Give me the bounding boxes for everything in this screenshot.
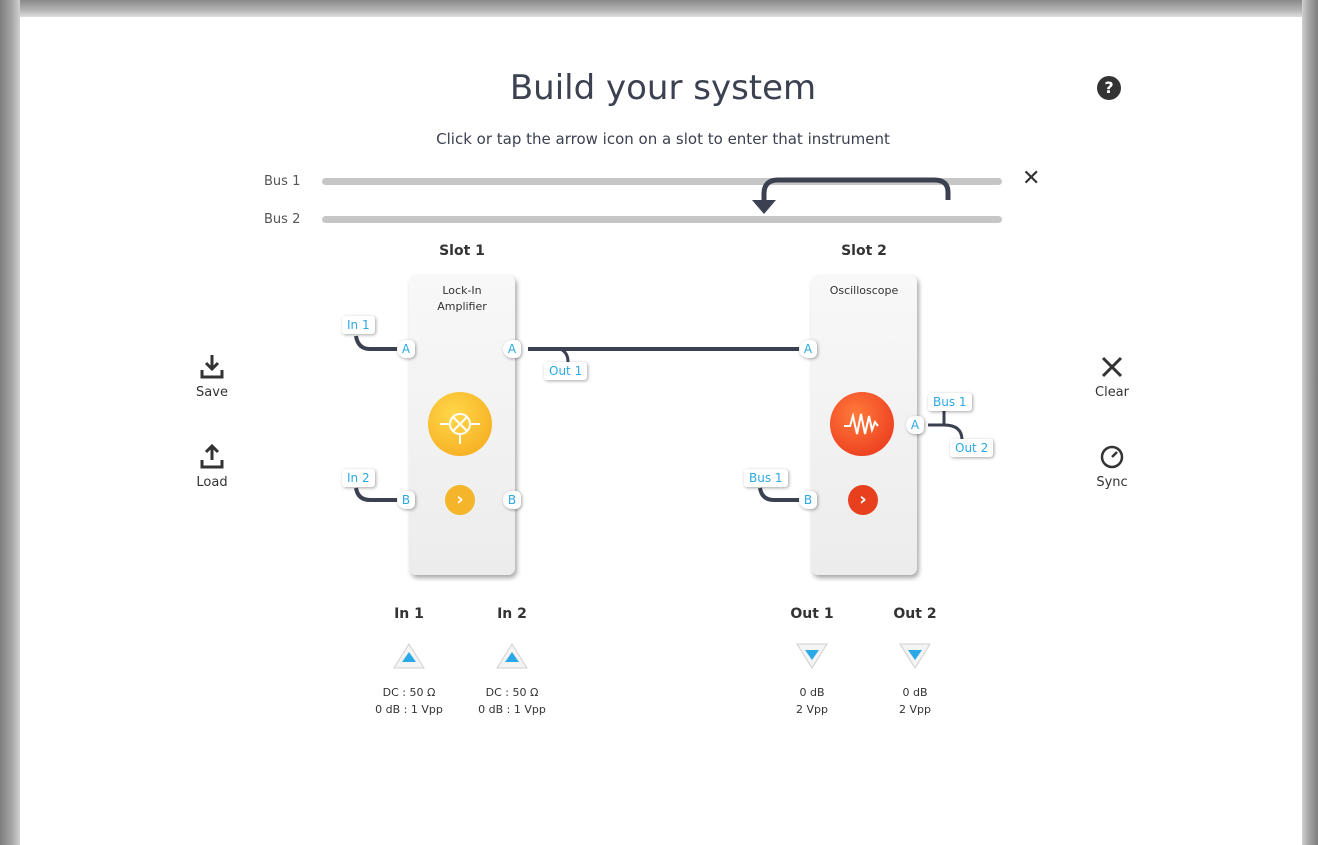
sync-label: Sync xyxy=(1096,475,1128,490)
oscilloscope-icon xyxy=(830,392,894,456)
io-out2-title: Out 2 xyxy=(893,606,937,622)
bus-loop-wire xyxy=(761,177,951,202)
slot1-input-b-source[interactable]: In 2 xyxy=(342,469,375,487)
out1-settings-button[interactable] xyxy=(794,641,830,671)
in2-range: 0 dB : 1 Vpp xyxy=(478,703,546,716)
slot2-port-b-in[interactable]: B xyxy=(799,491,817,509)
in1-range: 0 dB : 1 Vpp xyxy=(375,703,443,716)
out1-gain: 0 dB xyxy=(799,686,825,699)
slot2-title: Slot 2 xyxy=(841,243,887,259)
clear-button[interactable]: Clear xyxy=(1072,353,1152,400)
download-icon xyxy=(200,355,224,379)
bus-loop-arrowhead xyxy=(752,200,776,214)
slot1-instrument-name: Lock-In Amplifier xyxy=(409,283,515,315)
slot1-instrument-line1: Lock-In xyxy=(442,284,482,297)
in2-coupling: DC : 50 Ω xyxy=(485,686,539,699)
in1-coupling: DC : 50 Ω xyxy=(382,686,436,699)
slot2-bus1-output-wire xyxy=(928,410,946,427)
slot1-instrument-line2: Amplifier xyxy=(437,300,487,313)
wiring-diagram xyxy=(354,177,964,502)
save-label: Save xyxy=(196,385,228,400)
slot1-input-a-source[interactable]: In 1 xyxy=(342,316,375,334)
slot1-port-b-in[interactable]: B xyxy=(397,491,415,509)
out1-info: 0 dB 2 Vpp xyxy=(762,684,862,718)
in1-info: DC : 50 Ω 0 dB : 1 Vpp xyxy=(359,684,459,718)
slot2-port-a-out[interactable]: A xyxy=(906,416,924,434)
clear-label: Clear xyxy=(1095,385,1129,400)
load-label: Load xyxy=(196,475,228,490)
out2-settings-button[interactable] xyxy=(897,641,933,671)
in2-settings-button[interactable] xyxy=(494,641,530,671)
load-button[interactable]: Load xyxy=(172,443,252,490)
slot1-title: Slot 1 xyxy=(439,243,485,259)
slot2-output-a-dest1[interactable]: Bus 1 xyxy=(928,393,972,411)
in1-wire xyxy=(354,335,398,351)
slot1-output-a-dest[interactable]: Out 1 xyxy=(544,362,588,380)
io-in2-title: In 2 xyxy=(497,606,527,622)
slot2-enter-arrow-icon[interactable]: › xyxy=(848,485,878,515)
in2-wire xyxy=(354,487,398,502)
out1-range: 2 Vpp xyxy=(796,703,828,716)
slot2-output-a-dest2[interactable]: Out 2 xyxy=(950,439,994,457)
io-in1-title: In 1 xyxy=(394,606,424,622)
upload-icon xyxy=(200,443,224,469)
out2-gain: 0 dB xyxy=(902,686,928,699)
slot1-port-b-out[interactable]: B xyxy=(503,491,521,509)
out2-range: 2 Vpp xyxy=(899,703,931,716)
lock-in-amplifier-icon xyxy=(428,392,492,456)
slot2-out2-wire xyxy=(943,423,964,441)
in1-settings-button[interactable] xyxy=(391,641,427,671)
slot2-instrument-name: Oscilloscope xyxy=(829,284,899,297)
slot1-enter-arrow-icon[interactable]: › xyxy=(445,485,475,515)
slot1-port-a-out[interactable]: A xyxy=(503,340,521,358)
gauge-icon xyxy=(1100,445,1124,469)
slot2-bus1-input-wire xyxy=(758,487,800,502)
clear-x-icon xyxy=(1101,356,1123,378)
slot2-port-a-in[interactable]: A xyxy=(799,340,817,358)
out2-info: 0 dB 2 Vpp xyxy=(865,684,965,718)
save-button[interactable]: Save xyxy=(172,353,252,400)
in2-info: DC : 50 Ω 0 dB : 1 Vpp xyxy=(462,684,562,718)
slot1-port-a-in[interactable]: A xyxy=(397,340,415,358)
sync-button[interactable]: Sync xyxy=(1072,443,1152,490)
slot2-input-b-source[interactable]: Bus 1 xyxy=(744,469,788,487)
io-out1-title: Out 1 xyxy=(790,606,834,622)
